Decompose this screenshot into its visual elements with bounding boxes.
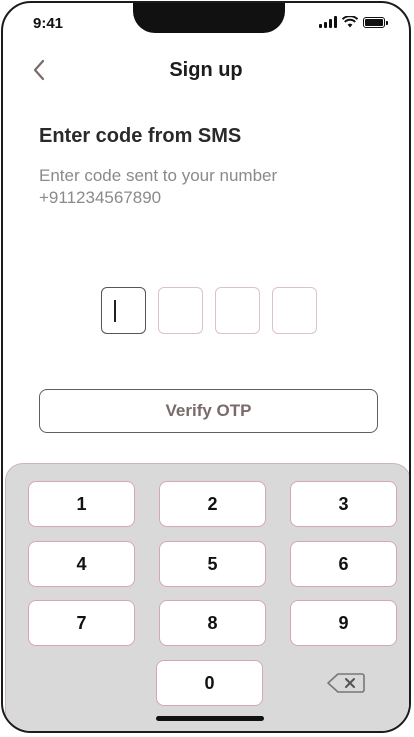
key-4[interactable]: 4 (28, 541, 135, 587)
notch (133, 3, 285, 33)
backspace-button[interactable] (326, 671, 370, 699)
page-title: Sign up (169, 59, 243, 81)
key-7[interactable]: 7 (28, 600, 135, 646)
key-2[interactable]: 2 (159, 481, 266, 527)
key-1[interactable]: 1 (28, 481, 135, 527)
phone-frame: 9:41 Sign up Enter code from SMS Enter c… (1, 1, 411, 733)
otp-digit-4[interactable] (272, 287, 317, 334)
otp-subtext-line: Enter code sent to your number (39, 166, 278, 185)
key-6[interactable]: 6 (290, 541, 397, 587)
key-3[interactable]: 3 (290, 481, 397, 527)
key-8[interactable]: 8 (159, 600, 266, 646)
cellular-signal-icon (319, 16, 337, 28)
key-5[interactable]: 5 (159, 541, 266, 587)
home-indicator (156, 716, 264, 721)
wifi-icon (342, 16, 358, 28)
key-9[interactable]: 9 (290, 600, 397, 646)
numeric-keypad: 1 2 3 4 5 6 7 8 9 0 (5, 463, 409, 731)
key-0[interactable]: 0 (156, 660, 263, 706)
battery-icon (363, 16, 388, 28)
status-time: 9:41 (33, 15, 64, 32)
otp-input-group (101, 287, 317, 334)
otp-digit-2[interactable] (158, 287, 203, 334)
verify-otp-button[interactable]: Verify OTP (39, 389, 378, 433)
phone-number: +911234567890 (39, 188, 162, 207)
backspace-icon (327, 673, 365, 693)
otp-digit-3[interactable] (215, 287, 260, 334)
otp-heading: Enter code from SMS (39, 125, 242, 147)
status-icons (319, 16, 388, 28)
text-cursor (114, 300, 116, 322)
otp-digit-1[interactable] (101, 287, 146, 334)
otp-subtext: Enter code sent to your number +91123456… (39, 165, 359, 209)
